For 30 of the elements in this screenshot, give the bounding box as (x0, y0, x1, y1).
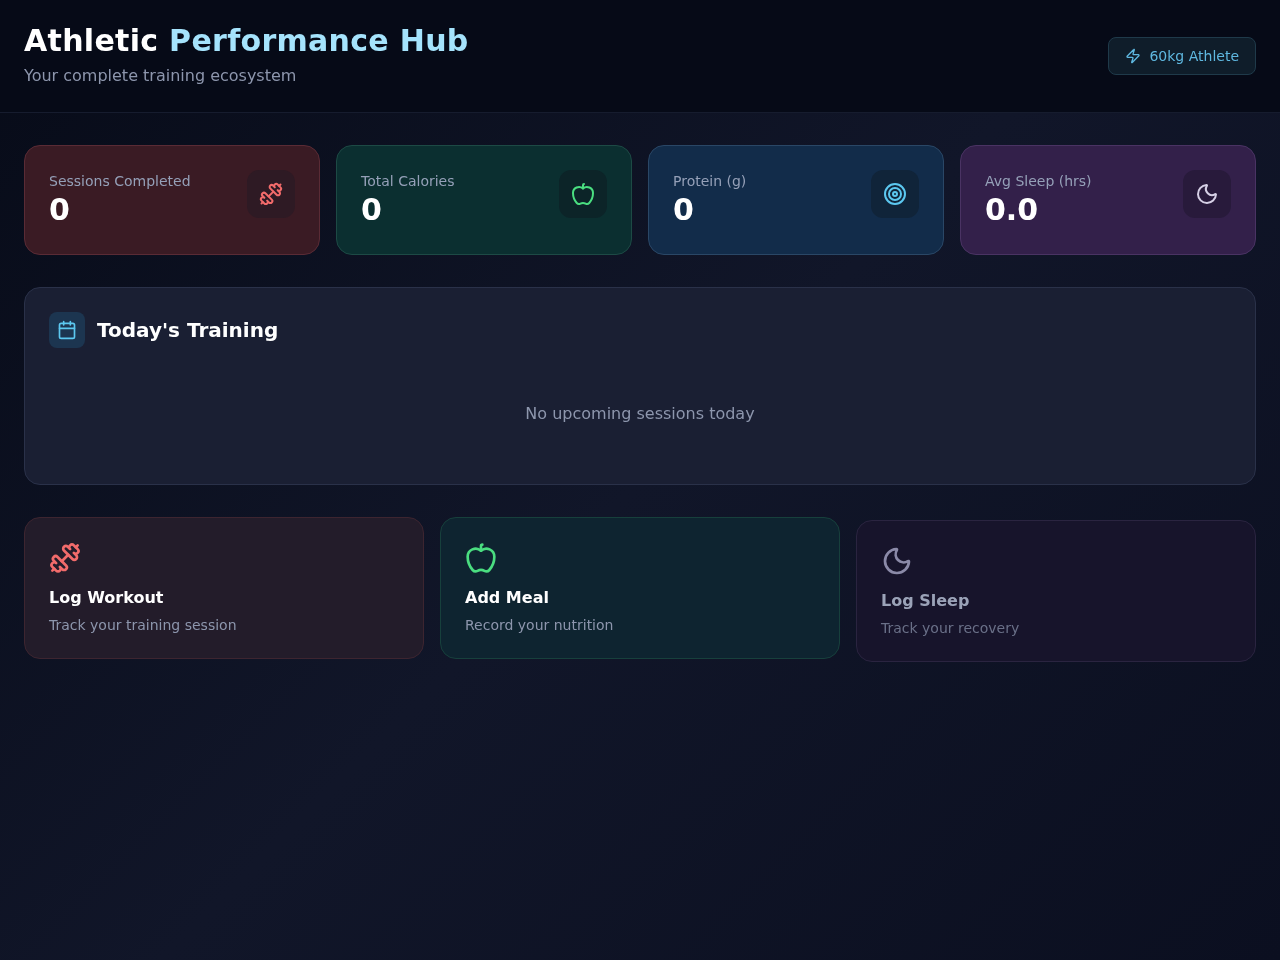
stat-label: Sessions Completed (49, 172, 191, 191)
action-card[interactable]: Add Meal Record your nutrition (440, 517, 840, 659)
target-icon (871, 170, 919, 218)
moon-icon (1183, 170, 1231, 218)
stat-value: 0 (361, 193, 383, 227)
section-title: Today's Training (97, 317, 279, 344)
action-card[interactable]: Log Workout Track your training session (24, 517, 424, 659)
action-description: Track your recovery (881, 619, 1020, 637)
page-subtitle: Your complete training ecosystem (24, 65, 297, 87)
empty-message: No upcoming sessions today (525, 403, 755, 425)
stat-label: Protein (g) (673, 172, 747, 191)
lightning-icon (1125, 48, 1142, 64)
action-description: Track your training session (49, 616, 237, 634)
stat-label: Total Calories (361, 172, 455, 191)
stat-value: 0 (49, 193, 71, 227)
action-title: Add Meal (465, 588, 549, 608)
dumbbell-icon (49, 542, 81, 574)
badge-label: 60kg Athlete (1149, 46, 1239, 66)
stat-value: 0.0 (985, 193, 1040, 227)
dumbbell-icon (247, 170, 295, 218)
calendar-icon (49, 312, 85, 348)
stat-label: Avg Sleep (hrs) (985, 172, 1092, 191)
apple-icon (559, 170, 607, 218)
page-title: Athletic Performance Hub (24, 24, 469, 58)
action-title: Log Workout (49, 588, 164, 608)
action-description: Record your nutrition (465, 616, 614, 634)
apple-icon (465, 542, 497, 574)
stat-value: 0 (673, 193, 695, 227)
action-title: Log Sleep (881, 591, 970, 611)
moon-icon (881, 545, 913, 577)
